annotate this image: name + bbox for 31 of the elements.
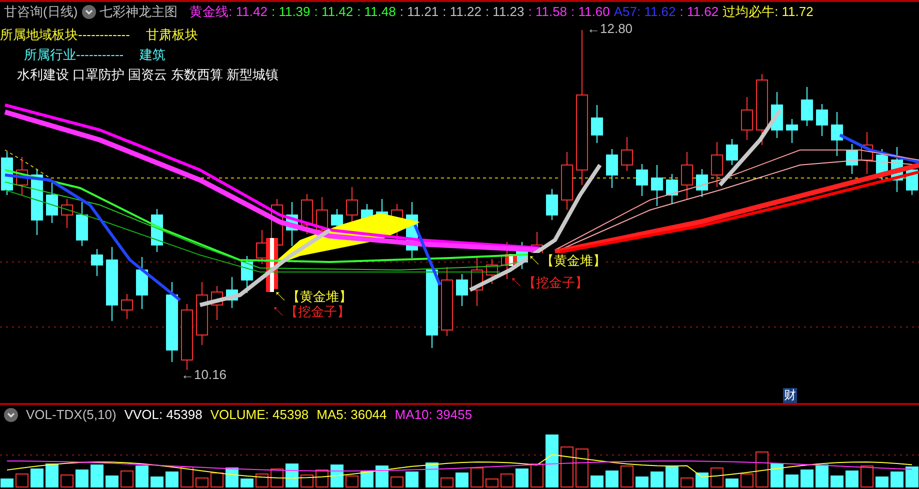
- chevron-down-icon[interactable]: [4, 408, 18, 422]
- industry-value: 建筑: [140, 46, 166, 64]
- indicator-name: VOL-TDX(5,10): [26, 406, 116, 424]
- price-label: ←12.80: [587, 21, 633, 36]
- indicator-value: : 11.58: [528, 3, 568, 21]
- price-label: ←10.16: [181, 367, 227, 382]
- sector-label: 所属地域板块------------: [0, 26, 130, 44]
- signal-label: ↖【挖金子】: [272, 304, 350, 319]
- indicator-name: 七彩神龙主图: [100, 3, 178, 21]
- indicator-value: VVOL: 45398: [124, 406, 202, 424]
- indicator-value: VOLUME: 45398: [210, 406, 309, 424]
- indicator-value: A57: 11.62: [614, 3, 676, 21]
- indicator-value: MA10: 39455: [394, 406, 472, 424]
- indicator-value: : 11.62: [680, 3, 719, 21]
- indicator-value: : 11.21: [400, 3, 439, 21]
- indicator-value: 过均必牛: 11.72: [722, 3, 814, 21]
- chevron-down-icon[interactable]: [82, 4, 96, 18]
- finance-badge: 财: [783, 388, 797, 403]
- signal-label: ↖【挖金子】: [510, 275, 588, 290]
- indicator-value: : 11.60: [571, 3, 610, 21]
- indicator-value: : 11.39: [271, 3, 310, 21]
- chart-title: 甘咨询(日线): [4, 3, 78, 21]
- industry-label: 所属行业-----------: [24, 46, 124, 64]
- indicator-value: : 11.42: [314, 3, 354, 21]
- indicator-value: 黄金线: 11.42: [190, 3, 268, 21]
- sector-value: 甘肃板块: [146, 26, 198, 44]
- indicator-value: MA5: 36044: [316, 406, 387, 424]
- indicator-value: : 11.23: [485, 3, 524, 21]
- indicator-value: : 11.48: [357, 3, 396, 21]
- concept-tags: 水利建设 口罩防护 国资云 东数西算 新型城镇: [17, 67, 278, 82]
- indicator-value: : 11.22: [442, 3, 482, 21]
